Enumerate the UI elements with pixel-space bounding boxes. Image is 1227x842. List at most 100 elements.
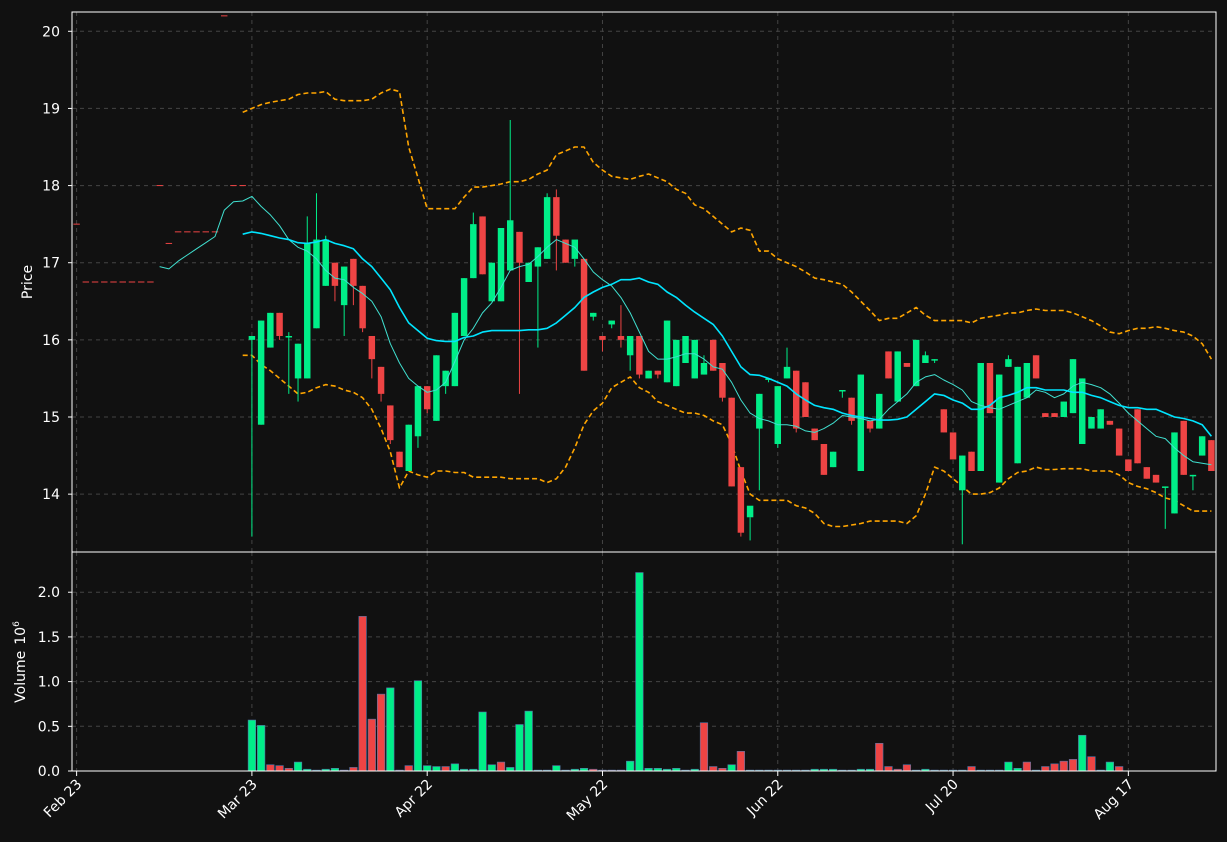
candle-body xyxy=(451,312,459,387)
candle-body xyxy=(682,336,689,363)
candle-body xyxy=(1032,355,1040,379)
volume-bar xyxy=(1087,756,1096,772)
candle-body xyxy=(792,370,800,429)
volume-bar xyxy=(358,616,367,772)
volume-bar xyxy=(699,722,709,772)
candle-body xyxy=(1097,409,1104,429)
candle-body xyxy=(331,262,339,286)
price-tick-label: 15 xyxy=(42,410,60,426)
candle-body xyxy=(1125,459,1132,471)
candle-body xyxy=(783,366,791,379)
candle-body xyxy=(876,393,883,429)
candle-body xyxy=(304,243,311,379)
candle-body xyxy=(811,428,818,441)
candle-body xyxy=(1189,474,1197,477)
candle-body xyxy=(350,258,357,286)
candle-body xyxy=(663,320,671,383)
volume-scale-base: 10 xyxy=(13,627,29,645)
volume-bar xyxy=(506,767,515,772)
candle-body xyxy=(590,312,597,317)
candle-body xyxy=(396,451,403,468)
price-tick-label: 19 xyxy=(42,101,60,117)
candle-body xyxy=(636,336,643,375)
volume-bar xyxy=(496,761,506,772)
volume-bar xyxy=(432,766,441,772)
candle-body xyxy=(774,386,782,444)
volume-bar xyxy=(709,766,718,772)
candle-body xyxy=(709,339,717,371)
candle-body xyxy=(746,505,754,518)
candle-body xyxy=(1115,428,1123,456)
volume-tick-label: 1.0 xyxy=(38,675,60,691)
candle-body xyxy=(977,363,984,471)
candle-body xyxy=(1078,378,1086,444)
volume-bar xyxy=(257,725,266,772)
candle-body xyxy=(340,266,348,306)
candle-body xyxy=(405,424,412,471)
price-tick-label: 17 xyxy=(42,256,60,272)
volume-scale-exponent: 6 xyxy=(12,621,22,627)
price-axis-label: Price xyxy=(20,265,36,299)
volume-bar xyxy=(515,724,524,772)
candle-body xyxy=(285,336,293,338)
candle-body xyxy=(387,405,394,441)
volume-bar xyxy=(902,764,912,772)
volume-bar xyxy=(736,751,745,772)
candle-body xyxy=(931,359,938,361)
candle-body xyxy=(267,312,274,348)
candle-body xyxy=(959,455,966,491)
volume-bar xyxy=(404,765,413,772)
volume-bar xyxy=(478,711,487,772)
candle-body xyxy=(645,370,652,379)
candle-body xyxy=(553,197,560,236)
candle-body xyxy=(525,262,532,282)
volume-tick-label: 0.0 xyxy=(38,764,60,780)
candle-body xyxy=(903,363,911,367)
candle-body xyxy=(1060,401,1068,417)
volume-bar xyxy=(875,742,884,772)
volume-bar xyxy=(1004,761,1013,772)
price-tick-label: 16 xyxy=(42,333,60,349)
volume-bar xyxy=(884,766,893,772)
volume-bar xyxy=(1050,763,1059,772)
volume-bar xyxy=(635,572,644,772)
candle-body xyxy=(423,386,431,410)
volume-axis-label-text: Volume xyxy=(13,651,29,703)
candle-body xyxy=(1143,467,1151,479)
candle-body xyxy=(377,366,385,394)
volume-bar xyxy=(275,765,284,772)
candle-body xyxy=(995,374,1003,483)
candle-body xyxy=(857,374,865,471)
candle-body xyxy=(1198,436,1206,456)
candle-body xyxy=(1171,432,1178,514)
volume-bar xyxy=(1068,759,1078,772)
candle-body xyxy=(912,339,920,387)
candle-body xyxy=(1134,409,1141,464)
volume-bar xyxy=(450,763,459,772)
candle-body xyxy=(414,386,422,437)
volume-bar xyxy=(247,719,256,772)
volume-bar xyxy=(524,710,533,772)
volume-bar xyxy=(1078,734,1087,772)
volume-bar xyxy=(967,766,976,772)
candle-body xyxy=(839,390,846,392)
candle-body xyxy=(580,258,588,371)
candle-body xyxy=(1180,420,1187,475)
candle-body xyxy=(322,239,329,286)
candle-body xyxy=(608,320,615,325)
volume-bar xyxy=(727,764,736,772)
candle-body xyxy=(1005,359,1012,367)
candle-body xyxy=(940,409,948,433)
candle-body xyxy=(368,336,376,360)
candle-body xyxy=(728,397,735,487)
price-tick-label: 14 xyxy=(42,487,60,503)
volume-bar xyxy=(1115,766,1124,772)
volume-bar xyxy=(626,760,635,772)
volume-bar xyxy=(376,693,386,772)
volume-bar xyxy=(1022,761,1031,772)
volume-bar xyxy=(441,766,450,772)
candle-body xyxy=(756,393,763,429)
volume-tick-label: 1.5 xyxy=(38,630,60,646)
candle-body xyxy=(1023,363,1031,398)
volume-bar xyxy=(1059,760,1068,772)
